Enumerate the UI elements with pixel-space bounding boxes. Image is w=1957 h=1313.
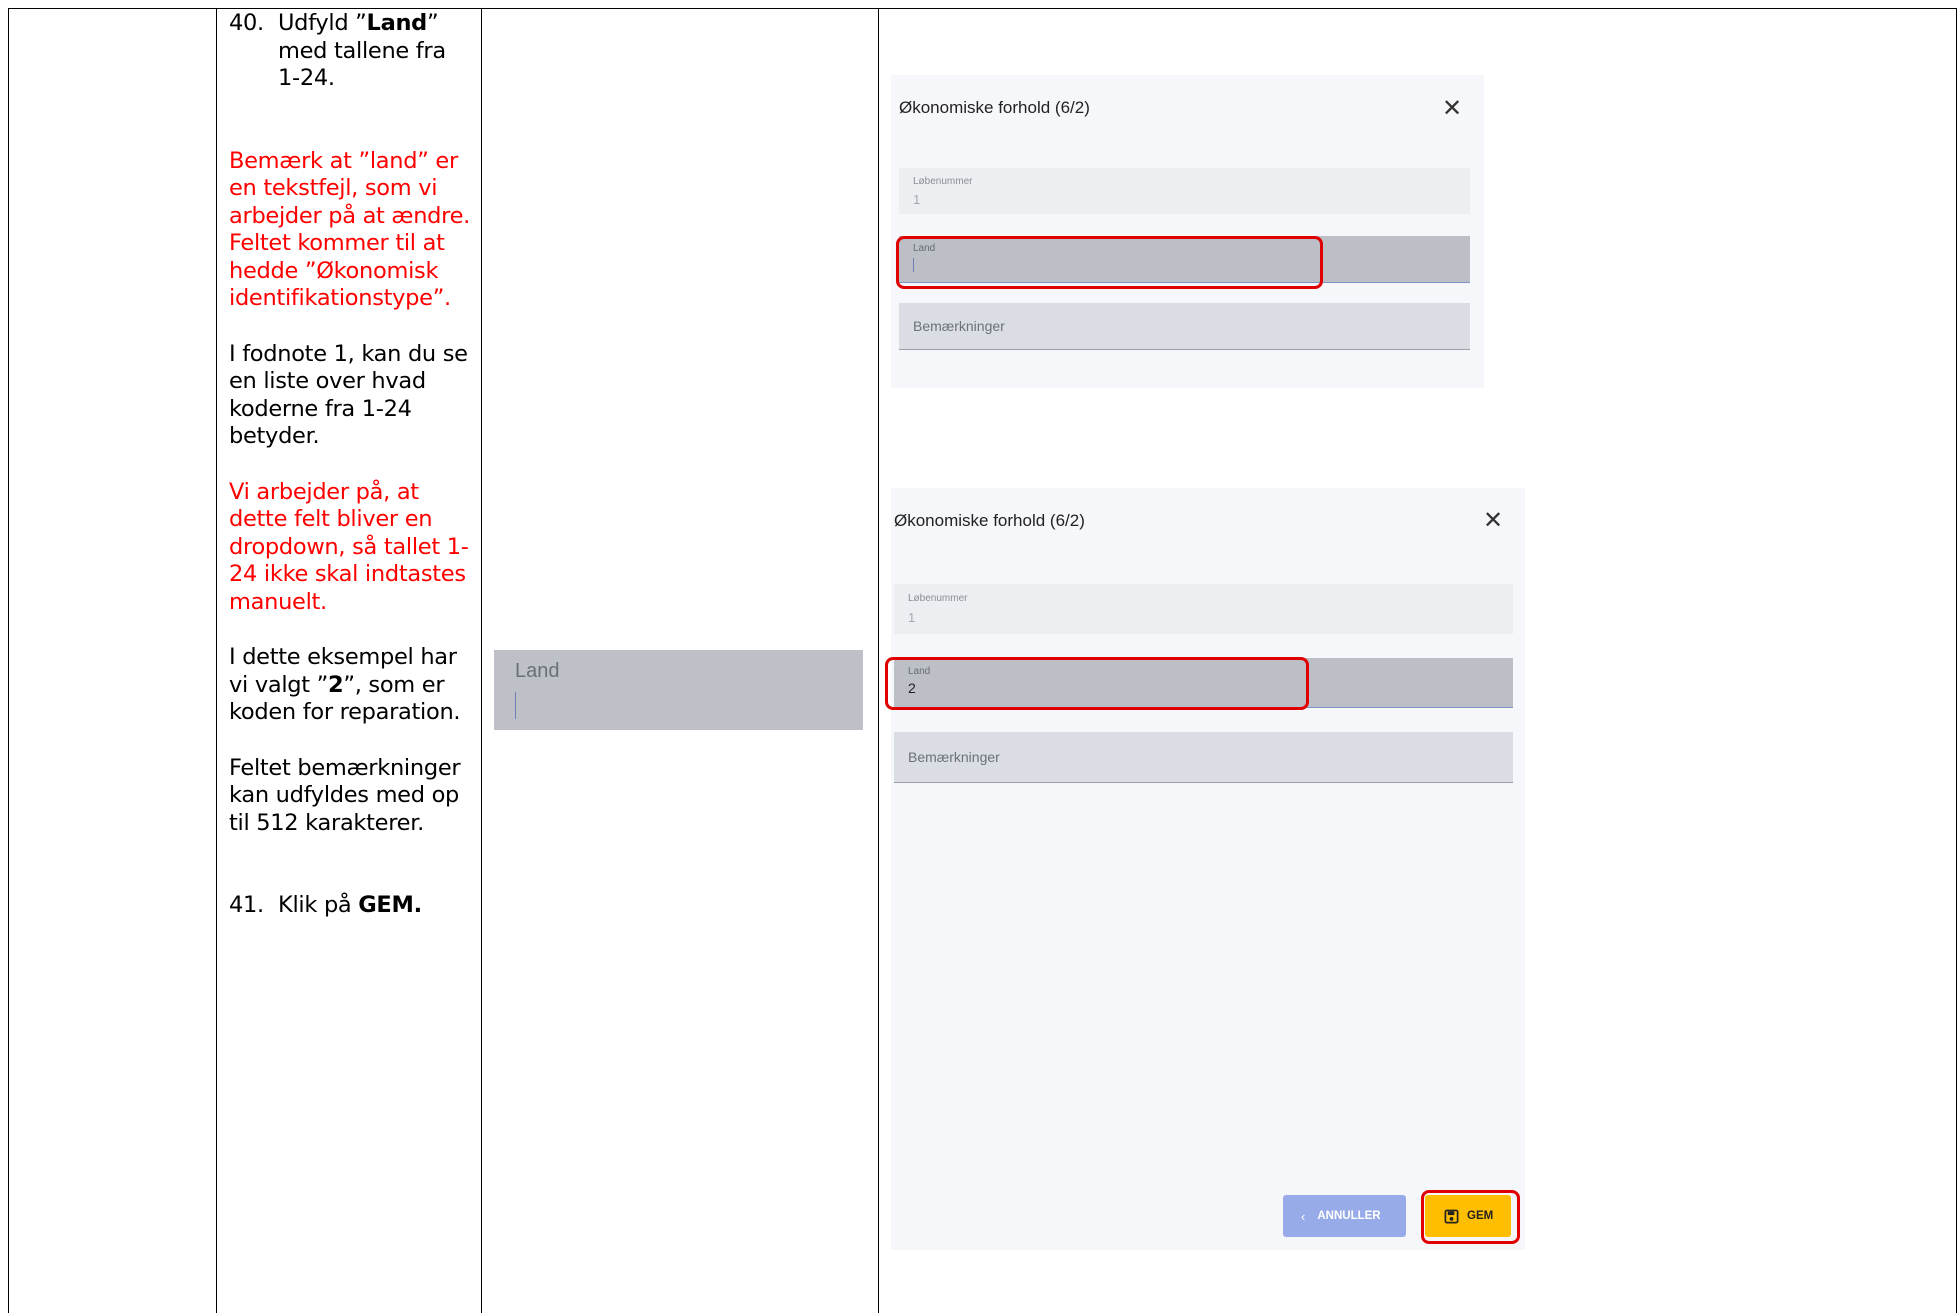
- annuller-button[interactable]: ‹ ANNULLER: [1283, 1195, 1406, 1237]
- table-col-border-1: [8, 8, 9, 1313]
- step-number: 40.: [229, 10, 264, 36]
- close-icon[interactable]: ✕: [1442, 97, 1462, 121]
- table-col-border-4: [878, 8, 879, 1313]
- note-text-error: Bemærk at ”land” er en tekstfejl, som vi…: [229, 147, 471, 312]
- step-number: 41.: [229, 892, 264, 918]
- step-bold: GEM.: [358, 892, 422, 918]
- step-40: 40. Udfyld ”Land” med tallene fra 1-24.: [229, 10, 474, 93]
- lobenummer-label: Løbenummer: [913, 176, 973, 187]
- table-top-border: [8, 8, 1957, 9]
- text-cursor: [515, 692, 516, 719]
- bemaerkninger-placeholder: Bemærkninger: [908, 749, 1000, 765]
- note-footnote: I fodnote 1, kan du se en liste over hva…: [229, 340, 468, 450]
- land-field-zoom[interactable]: Land: [494, 650, 863, 730]
- land-label: Land: [515, 660, 560, 682]
- close-icon[interactable]: ✕: [1483, 509, 1503, 533]
- note-dropdown: Vi arbejder på, at dette felt bliver en …: [229, 478, 469, 615]
- table-col-border-3: [481, 8, 482, 1313]
- annuller-label: ANNULLER: [1317, 1210, 1381, 1222]
- land-highlight-box: [896, 236, 1323, 289]
- step-text: Klik på: [278, 892, 359, 918]
- note-example: I dette eksempel har vi valgt ”2”, som e…: [229, 644, 474, 727]
- step-41: 41. Klik på GEM.: [229, 892, 474, 920]
- dialog-economic-filled: Økonomiske forhold (6/2) ✕ Løbenummer 1 …: [885, 488, 1525, 1250]
- instructions-column: 40. Udfyld ”Land” med tallene fra 1-24. …: [229, 10, 474, 920]
- dialog-title: Økonomiske forhold (6/2): [899, 98, 1090, 117]
- step-text: Udfyld ”: [278, 10, 367, 36]
- lobenummer-value: 1: [908, 610, 916, 625]
- note-remarks: Feltet bemærkninger kan udfyldes med op …: [229, 754, 461, 836]
- lobenummer-field: Løbenummer 1: [894, 584, 1513, 634]
- land-highlight-box: [885, 657, 1309, 710]
- lobenummer-label: Løbenummer: [908, 593, 968, 604]
- lobenummer-value: 1: [913, 192, 921, 207]
- example-bold: 2: [328, 671, 344, 698]
- step-bold: Land: [366, 10, 428, 36]
- table-col-border-2: [216, 8, 217, 1313]
- chevron-left-icon: ‹: [1301, 1208, 1306, 1224]
- dialog-title: Økonomiske forhold (6/2): [894, 511, 1085, 530]
- bemaerkninger-field[interactable]: Bemærkninger: [899, 303, 1470, 350]
- lobenummer-field: Løbenummer 1: [899, 168, 1470, 214]
- gem-highlight-box: [1421, 1190, 1520, 1244]
- bemaerkninger-field[interactable]: Bemærkninger: [894, 732, 1513, 783]
- bemaerkninger-placeholder: Bemærkninger: [913, 318, 1005, 334]
- dialog-economic-empty: Økonomiske forhold (6/2) ✕ Løbenummer 1 …: [891, 75, 1484, 388]
